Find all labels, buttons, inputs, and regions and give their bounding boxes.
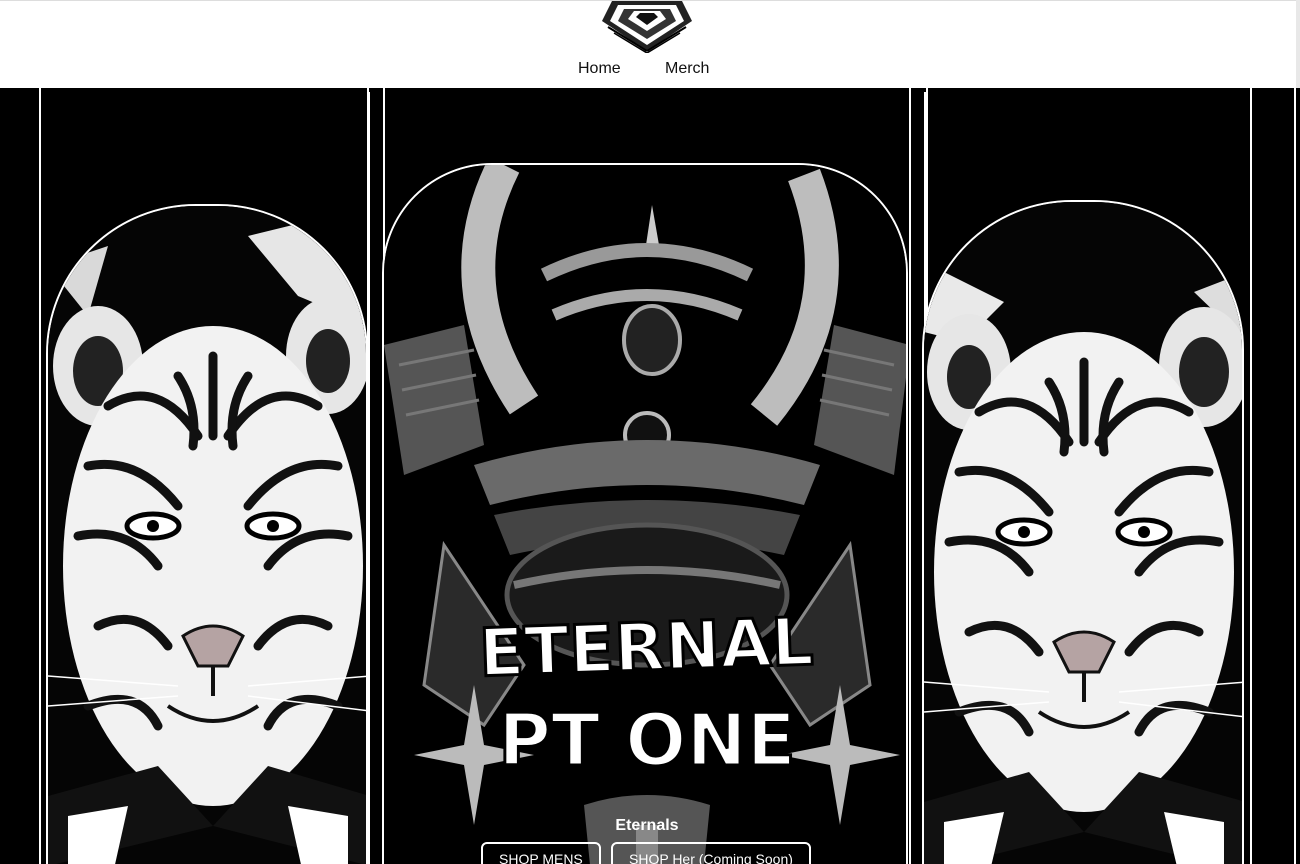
nav-merch-link[interactable]: Merch	[665, 60, 709, 78]
samurai-helmet-illustration: ETERNAL PT ONE	[382, 163, 908, 864]
tiger-face-illustration-left	[46, 204, 368, 864]
tiger-face-illustration-right	[922, 200, 1244, 864]
nav-home-link[interactable]: Home	[578, 60, 621, 78]
shop-her-button[interactable]: SHOP Her (Coming Soon)	[611, 842, 811, 864]
far-right-panel	[1252, 88, 1296, 864]
shop-mens-button[interactable]: SHOP MENS	[481, 842, 601, 864]
samurai-tiger-logo-icon[interactable]	[598, 1, 696, 53]
main-nav: Home Merch	[0, 60, 1300, 80]
center-title-line1: ETERNAL	[478, 603, 815, 692]
site-header: Home Merch	[0, 0, 1300, 88]
center-title-line2: PT ONE	[498, 698, 796, 782]
collection-caption: Eternals	[615, 817, 679, 834]
hero-section: ETERNAL PT ONE Eternals SHOP MENS SHOP H…	[0, 88, 1300, 864]
